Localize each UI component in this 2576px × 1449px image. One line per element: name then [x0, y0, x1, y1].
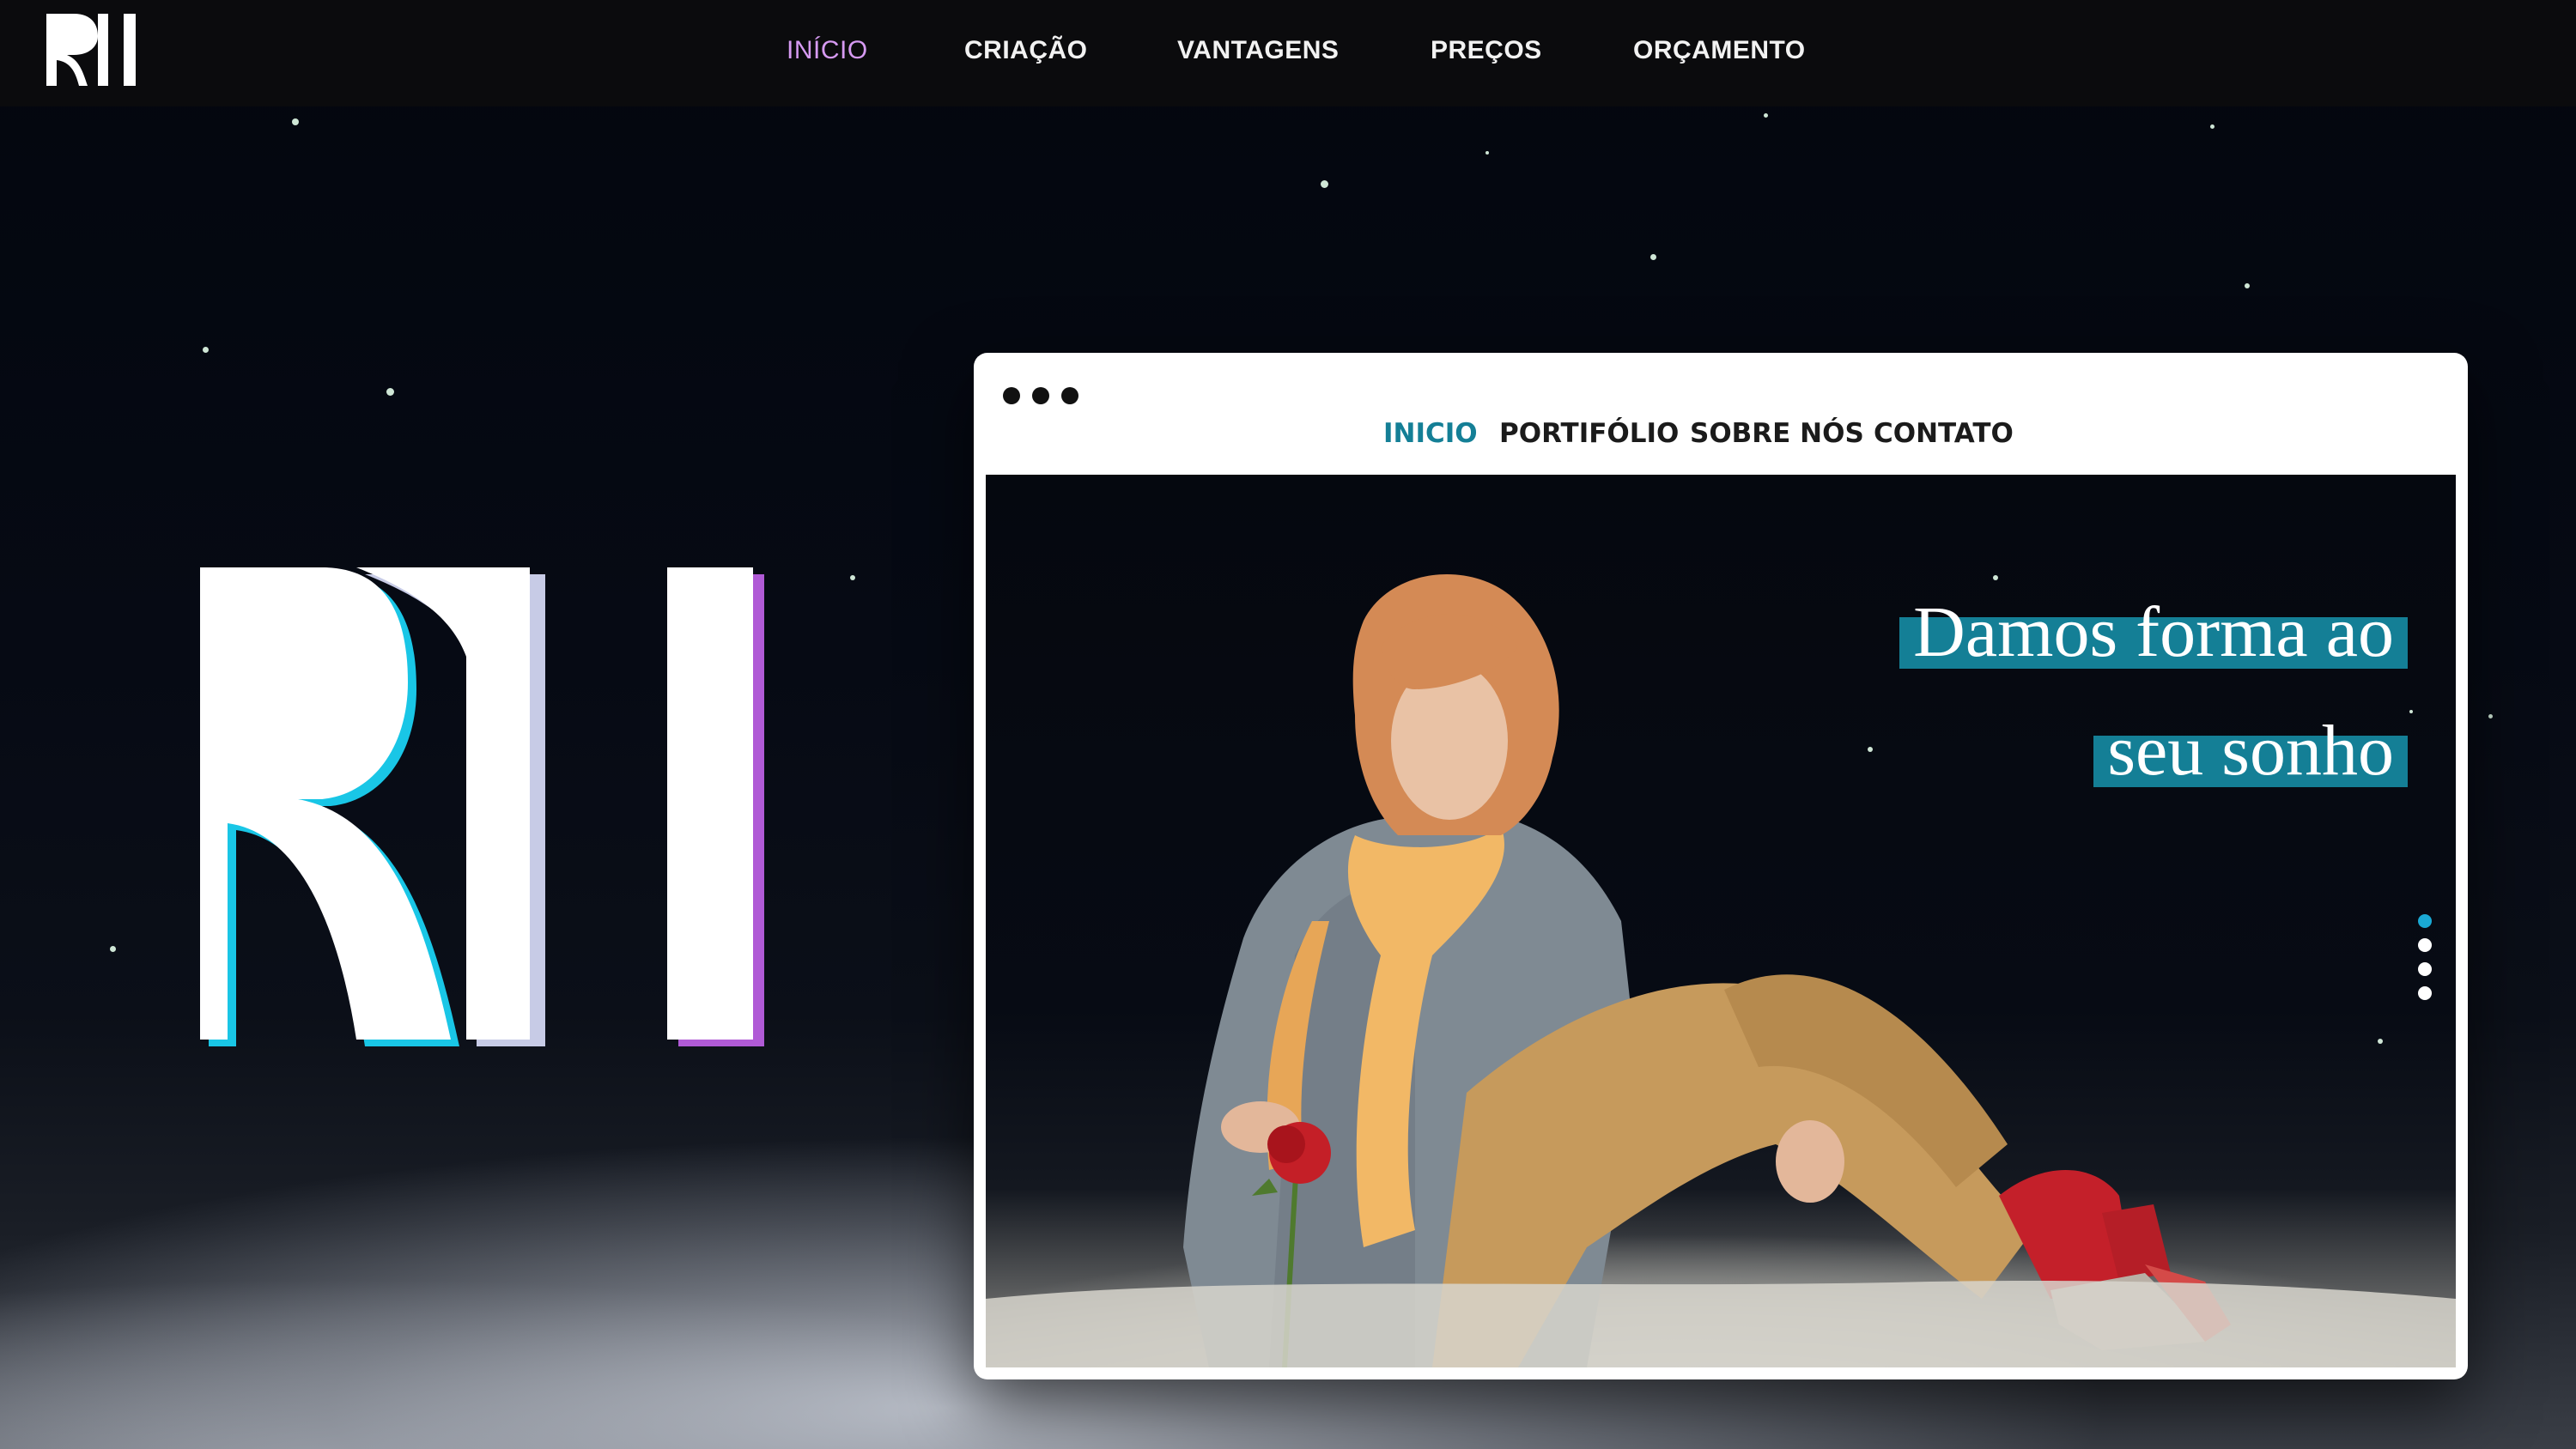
nav-item-criacao[interactable]: CRIAÇÃO: [964, 36, 1088, 65]
slider-dot[interactable]: [2418, 986, 2432, 1000]
window-dot: [1032, 387, 1049, 404]
star: [2488, 714, 2493, 718]
nav-item-vantagens[interactable]: VANTAGENS: [1177, 36, 1339, 65]
star: [1485, 151, 1489, 155]
slider-dot[interactable]: [2418, 938, 2432, 952]
window-dot: [1003, 387, 1020, 404]
nav-item-precos[interactable]: PREÇOS: [1431, 36, 1542, 65]
window-dot: [1061, 387, 1078, 404]
mockup-hero: Damos forma ao seu sonho: [986, 475, 2456, 1367]
star: [2210, 124, 2215, 129]
top-navbar: INÍCIO CRIAÇÃO VANTAGENS PREÇOS ORÇAMENT…: [0, 0, 2576, 106]
star: [110, 946, 116, 952]
page-background: INÍCIO CRIAÇÃO VANTAGENS PREÇOS ORÇAMENT…: [0, 0, 2576, 1449]
slider-dot[interactable]: [2418, 962, 2432, 976]
main-nav: INÍCIO CRIAÇÃO VANTAGENS PREÇOS ORÇAMENT…: [0, 0, 2576, 106]
nav-item-inicio[interactable]: INÍCIO: [787, 36, 868, 65]
mockup-nav-item-portifolio[interactable]: PORTIFÓLIO: [1499, 418, 1679, 449]
star: [203, 347, 209, 353]
star: [292, 118, 299, 125]
hero-headline: Damos forma ao seu sonho: [1899, 595, 2408, 809]
slider-dot[interactable]: [2418, 914, 2432, 928]
star: [2245, 283, 2250, 288]
mockup-nav: INICIO PORTIFÓLIO SOBRE NÓS CONTATO: [974, 418, 2468, 461]
star: [1650, 254, 1656, 260]
nav-item-orcamento[interactable]: ORÇAMENTO: [1633, 36, 1806, 65]
star: [1764, 113, 1768, 118]
mockup-nav-item-sobre-nos[interactable]: SOBRE NÓS: [1690, 418, 1864, 449]
browser-mockup: INICIO PORTIFÓLIO SOBRE NÓS CONTATO Damo…: [974, 353, 2468, 1379]
mockup-nav-item-inicio[interactable]: INICIO: [1383, 418, 1478, 449]
headline-line-2: seu sonho: [2093, 715, 2408, 787]
star: [386, 388, 394, 396]
hero-logo: [200, 567, 764, 1046]
headline-line-1: Damos forma ao: [1899, 597, 2408, 669]
star: [850, 575, 855, 580]
star: [1321, 180, 1328, 188]
mockup-nav-item-contato[interactable]: CONTATO: [1874, 418, 2014, 449]
